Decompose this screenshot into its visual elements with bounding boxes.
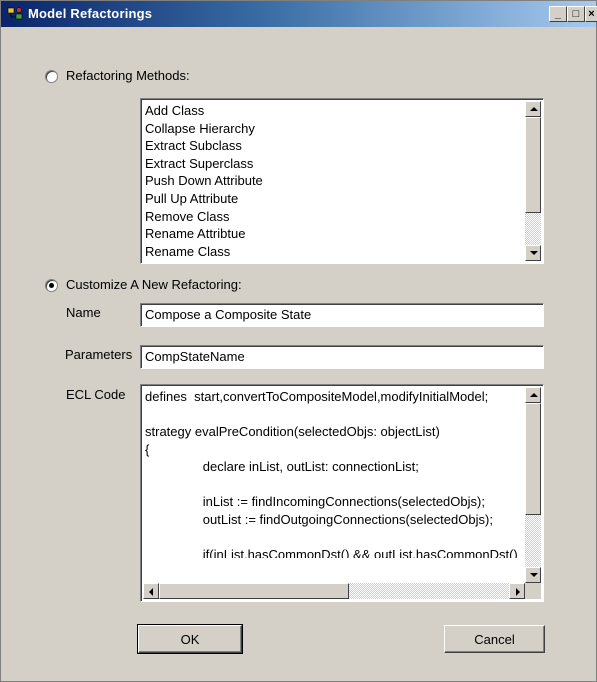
code-line: { xyxy=(145,441,150,457)
arrow-down-icon xyxy=(530,251,538,255)
ecl-scroll-right-button[interactable] xyxy=(509,583,525,599)
customize-refactoring-radio[interactable] xyxy=(45,279,58,292)
parameters-label: Parameters xyxy=(65,347,133,362)
model-refactorings-window: Model Refactorings _ □ × Refactoring Met… xyxy=(0,0,597,682)
ecl-vertical-scrollbar[interactable] xyxy=(525,387,541,583)
radio-selected-dot xyxy=(49,283,54,288)
refactoring-methods-listbox[interactable]: Add Class Collapse Hierarchy Extract Subcl… xyxy=(140,98,544,264)
customize-refactoring-label[interactable]: Customize A New Refactoring: xyxy=(66,277,242,292)
close-button[interactable]: × xyxy=(585,6,597,22)
methods-scroll-up-button[interactable] xyxy=(525,101,541,117)
ecl-code-textarea[interactable]: defines start,convertToCompositeModel,mo… xyxy=(140,384,544,602)
arrow-down-icon xyxy=(530,573,538,577)
list-item[interactable]: Extract Subclass xyxy=(145,137,263,155)
arrow-up-icon xyxy=(530,107,538,111)
methods-vertical-scrollbar[interactable] xyxy=(525,101,541,261)
list-item[interactable]: Push Down Attribute xyxy=(145,172,263,190)
list-item[interactable]: Add Class xyxy=(145,102,263,120)
list-item[interactable]: Rename Attribtue xyxy=(145,225,263,243)
code-line: defines start,convertToCompositeModel,mo… xyxy=(145,389,489,404)
title-bar[interactable]: Model Refactorings _ □ × xyxy=(1,1,597,27)
arrow-up-icon xyxy=(530,393,538,397)
list-item[interactable]: Remove Class xyxy=(145,208,263,226)
ecl-code-content: defines start,convertToCompositeModel,mo… xyxy=(145,388,517,558)
arrow-right-icon xyxy=(516,588,520,596)
maximize-button[interactable]: □ xyxy=(567,6,585,22)
name-label: Name xyxy=(66,305,101,320)
window-title: Model Refactorings xyxy=(28,6,153,21)
ecl-scroll-down-button[interactable] xyxy=(525,567,541,583)
ecl-scroll-left-button[interactable] xyxy=(143,583,159,599)
scrollbar-corner xyxy=(525,583,541,599)
ecl-code-label: ECL Code xyxy=(66,387,126,402)
list-item[interactable]: Extract Superclass xyxy=(145,155,263,173)
methods-scroll-thumb[interactable] xyxy=(525,117,541,213)
ok-button[interactable]: OK xyxy=(137,624,243,654)
name-field-value: Compose a Composite State xyxy=(145,307,312,322)
ecl-vscroll-thumb[interactable] xyxy=(525,403,541,515)
code-line: inList := findIncomingConnections(select… xyxy=(145,494,485,509)
code-line: outList := findOutgoingConnections(selec… xyxy=(145,511,493,527)
code-line: strategy evalPreCondition(selectedObjs: … xyxy=(145,424,440,439)
methods-scroll-down-button[interactable] xyxy=(525,245,541,261)
ecl-horizontal-scrollbar[interactable] xyxy=(143,583,525,599)
list-item[interactable]: Collapse Hierarchy xyxy=(145,120,263,138)
cancel-button[interactable]: Cancel xyxy=(444,625,545,653)
list-item[interactable]: Pull Up Attribute xyxy=(145,190,263,208)
code-line: declare inList, outList: connectionList; xyxy=(145,459,419,474)
parameters-field[interactable]: CompStateName xyxy=(140,345,544,369)
list-item[interactable]: Rename Class xyxy=(145,243,263,261)
ecl-hscroll-thumb[interactable] xyxy=(159,583,349,599)
code-line: if(inList.hasCommonDst() && outList.hasC… xyxy=(145,546,517,559)
name-field[interactable]: Compose a Composite State xyxy=(140,303,544,327)
refactoring-methods-label[interactable]: Refactoring Methods: xyxy=(66,68,190,83)
arrow-left-icon xyxy=(149,588,153,596)
refactoring-methods-list: Add Class Collapse Hierarchy Extract Subcl… xyxy=(145,102,263,260)
app-icon xyxy=(7,7,23,20)
refactoring-methods-radio[interactable] xyxy=(45,70,58,83)
minimize-button[interactable]: _ xyxy=(549,6,567,22)
parameters-field-value: CompStateName xyxy=(145,349,245,364)
ecl-scroll-up-button[interactable] xyxy=(525,387,541,403)
